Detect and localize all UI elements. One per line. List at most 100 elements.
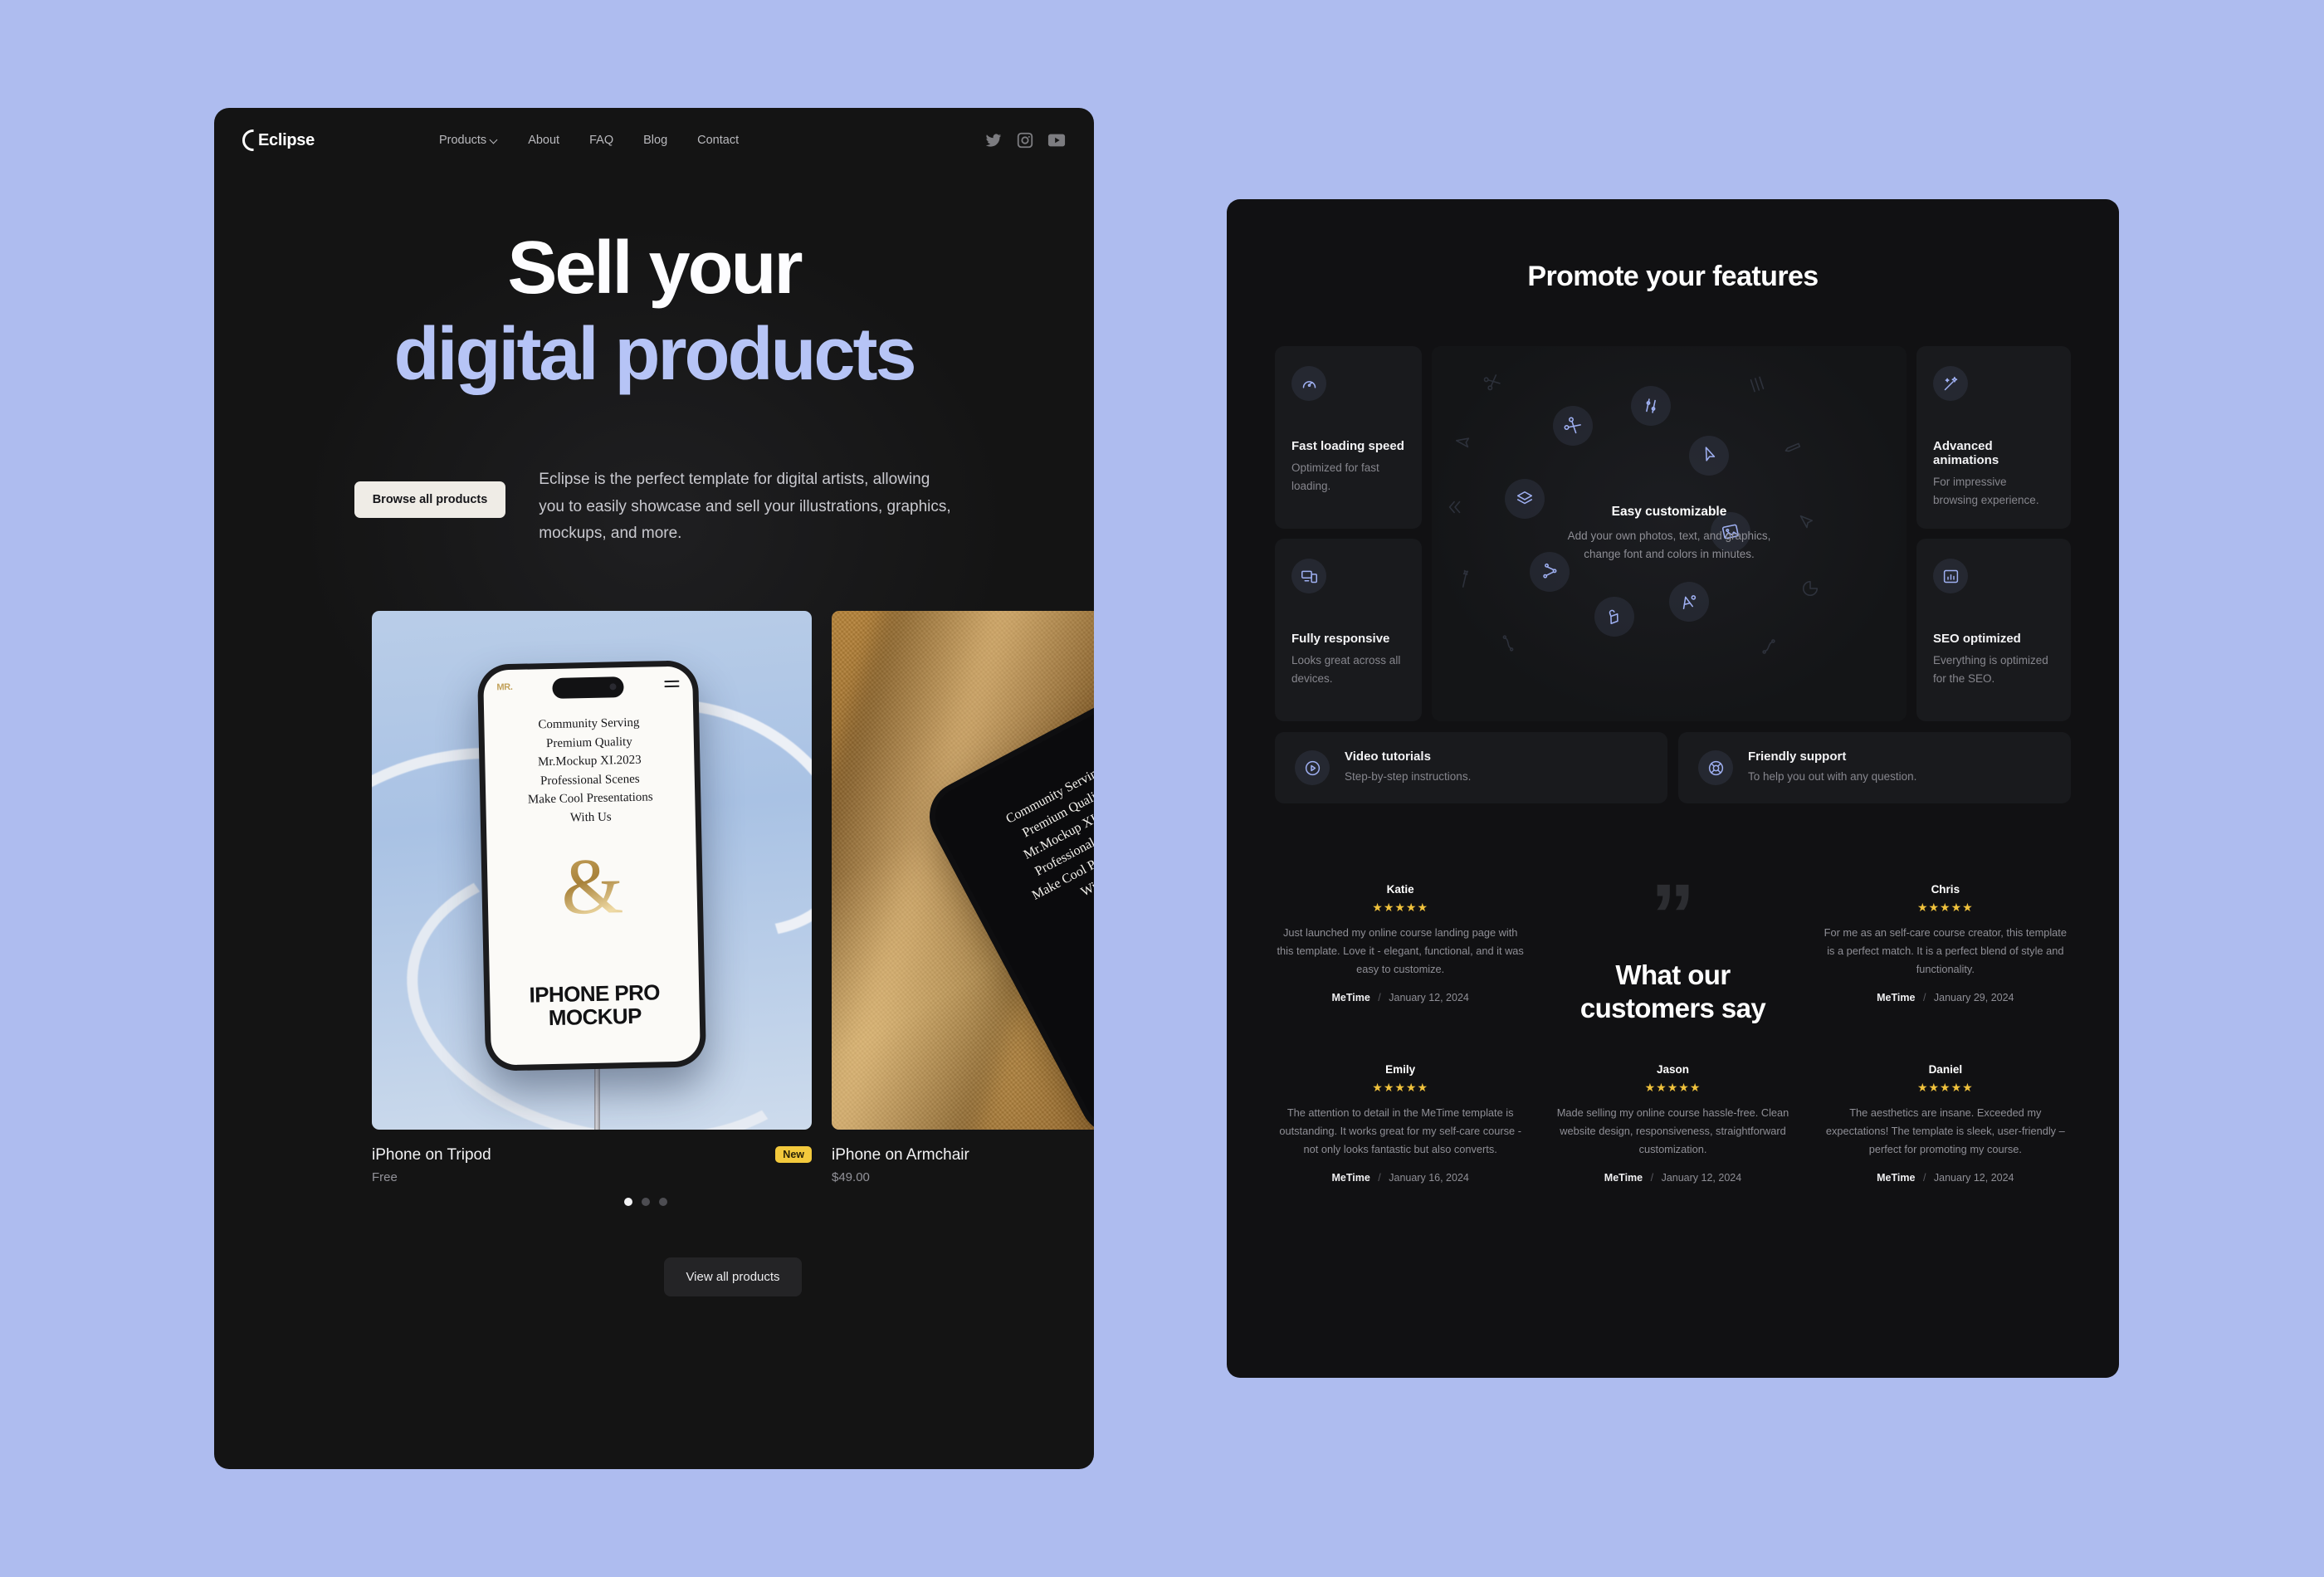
chevron-down-icon xyxy=(491,136,498,144)
hero-title-line2: digital products xyxy=(393,313,917,396)
feature-title: Video tutorials xyxy=(1345,749,1431,764)
testimonial-katie: Katie ★★★★★ Just launched my online cour… xyxy=(1275,883,1526,1003)
testimonial-footer: MeTime / January 12, 2024 xyxy=(1547,1172,1798,1184)
nodes-icon xyxy=(1530,552,1570,592)
feature-card-easy-customizable[interactable]: Easy customizable Add your own photos, t… xyxy=(1432,346,1907,722)
feature-desc: Looks great across all devices. xyxy=(1291,654,1401,685)
view-all-products-button[interactable]: View all products xyxy=(664,1257,802,1297)
products-carousel: MR. Community Serving Premium Quality Mr… xyxy=(214,611,1094,1297)
bezier-icon xyxy=(1490,625,1526,662)
testimonial-brand: MeTime xyxy=(1604,1172,1643,1184)
nav-item-about[interactable]: About xyxy=(528,134,559,147)
testimonial-daniel: Daniel ★★★★★ The aesthetics are insane. … xyxy=(1820,1063,2071,1184)
nav-item-products[interactable]: Products xyxy=(439,134,498,147)
eyedropper-icon xyxy=(1594,597,1634,637)
feature-center-text: Easy customizable Add your own photos, t… xyxy=(1565,505,1773,564)
twitter-icon[interactable] xyxy=(984,131,1003,149)
features-grid: Fast loading speed Optimized for fast lo… xyxy=(1275,346,2071,722)
pie-icon xyxy=(1792,570,1828,607)
brand-logo[interactable]: Eclipse xyxy=(242,129,315,151)
text-size-icon xyxy=(1669,582,1709,622)
carousel-dots xyxy=(214,1198,1094,1207)
feature-card-friendly-support[interactable]: Friendly support To help you out with an… xyxy=(1678,732,2071,803)
hero-section: Sell your digital products Browse all pr… xyxy=(214,173,1094,548)
feature-desc: To help you out with any question. xyxy=(1748,770,1917,784)
testimonial-footer: MeTime / January 16, 2024 xyxy=(1275,1172,1526,1184)
hero-title-line1: Sell your xyxy=(507,227,803,310)
product-meta: iPhone on Armchair $49.00 xyxy=(832,1146,1094,1184)
testimonial-footer: MeTime / January 29, 2024 xyxy=(1820,992,2071,1003)
testimonial-emily: Emily ★★★★★ The attention to detail in t… xyxy=(1275,1063,1526,1184)
feature-card-advanced-animations[interactable]: Advanced animations For impressive brows… xyxy=(1916,346,2071,530)
testimonial-jason: Jason ★★★★★ Made selling my online cours… xyxy=(1547,1063,1798,1184)
product-price: Free xyxy=(372,1170,398,1185)
magic-wand-icon xyxy=(1933,366,1968,401)
feature-desc: Everything is optimized for the SEO. xyxy=(1933,654,2048,685)
testimonial-chris: Chris ★★★★★ For me as an self-care cours… xyxy=(1820,883,2071,1003)
cursor-icon xyxy=(1689,436,1729,476)
brand-name: Eclipse xyxy=(258,130,315,149)
ampersand-glyph: & xyxy=(487,841,698,931)
product-card-tripod[interactable]: MR. Community Serving Premium Quality Mr… xyxy=(372,611,812,1184)
pen-icon xyxy=(1775,429,1812,466)
testimonial-date: January 12, 2024 xyxy=(1933,1172,2014,1184)
testimonial-author: Jason xyxy=(1656,1063,1689,1077)
testimonial-author: Chris xyxy=(1931,882,1960,896)
layers-icon xyxy=(1505,479,1545,519)
devices-icon xyxy=(1291,559,1326,594)
nav-item-contact[interactable]: Contact xyxy=(697,134,739,147)
youtube-icon[interactable] xyxy=(1047,131,1066,149)
testimonials-title-line2: customers say xyxy=(1579,993,1766,1024)
testimonial-footer: MeTime / January 12, 2024 xyxy=(1820,1172,2071,1184)
feature-desc: Step-by-step instructions. xyxy=(1345,770,1472,784)
features-column-right: Advanced animations For impressive brows… xyxy=(1916,346,2071,722)
cursor-icon xyxy=(1447,424,1483,461)
feature-title: Easy customizable xyxy=(1611,504,1727,519)
feature-card-video-tutorials[interactable]: Video tutorials Step-by-step instruction… xyxy=(1275,732,1667,803)
instagram-icon[interactable] xyxy=(1016,131,1034,149)
rating-stars: ★★★★★ xyxy=(1916,1081,1974,1095)
hero-content-row: Browse all products Eclipse is the perfe… xyxy=(214,466,1094,548)
feature-card-fast-loading[interactable]: Fast loading speed Optimized for fast lo… xyxy=(1275,346,1422,530)
sliders-icon xyxy=(1739,366,1775,403)
nav-item-blog[interactable]: Blog xyxy=(643,134,667,147)
magic-wand-icon xyxy=(1447,560,1483,597)
feature-title: Fully responsive xyxy=(1291,632,1390,647)
testimonial-date: January 12, 2024 xyxy=(1389,991,1469,1003)
testimonial-date: January 29, 2024 xyxy=(1933,991,2014,1003)
social-links xyxy=(984,131,1066,149)
nav-item-products-label: Products xyxy=(438,134,487,147)
testimonial-brand: MeTime xyxy=(1877,1172,1916,1184)
separator: / xyxy=(1650,1172,1654,1184)
testimonials-title-line1: What our xyxy=(1615,959,1731,990)
browse-all-products-button[interactable]: Browse all products xyxy=(354,481,506,518)
testimonial-date: January 12, 2024 xyxy=(1661,1172,1742,1184)
testimonial-brand: MeTime xyxy=(1331,1172,1370,1184)
product-card-armchair[interactable]: Community Serving Premium Quality Mr.Moc… xyxy=(832,611,1094,1184)
feature-card-seo[interactable]: SEO optimized Everything is optimized fo… xyxy=(1916,539,2071,722)
hamburger-icon xyxy=(664,680,680,691)
quote-icon: ” xyxy=(1650,864,1696,965)
nav-item-faq[interactable]: FAQ xyxy=(589,134,613,147)
features-wide-row: Video tutorials Step-by-step instruction… xyxy=(1275,732,2071,803)
rating-stars: ★★★★★ xyxy=(1916,900,1974,914)
product-name: iPhone on Tripod xyxy=(372,1146,491,1164)
testimonial-body: Made selling my online course hassle-fre… xyxy=(1556,1106,1789,1156)
nav-links: Products About FAQ Blog Contact xyxy=(439,134,739,147)
carousel-dot-3[interactable] xyxy=(659,1198,667,1207)
phone-mockup: MR. Community Serving Premium Quality Mr… xyxy=(476,660,707,1072)
testimonial-body: The attention to detail in the MeTime te… xyxy=(1279,1106,1521,1156)
carousel-dot-1[interactable] xyxy=(624,1198,632,1207)
phone-screen: MR. Community Serving Premium Quality Mr… xyxy=(483,666,701,1066)
navbar: Eclipse Products About FAQ Blog Contact xyxy=(214,108,1094,173)
feature-desc: Add your own photos, text, and graphics,… xyxy=(1567,529,1771,560)
testimonials-heading: ” What our customers say xyxy=(1547,864,1798,1025)
lifebuoy-icon xyxy=(1698,750,1733,786)
separator: / xyxy=(1922,991,1926,1003)
eclipse-moon-icon xyxy=(242,129,264,151)
mockup-title: IPHONE PRO MOCKUP xyxy=(529,979,661,1031)
feature-desc: For impressive browsing experience. xyxy=(1933,476,2039,506)
carousel-dot-2[interactable] xyxy=(642,1198,650,1207)
feature-card-responsive[interactable]: Fully responsive Looks great across all … xyxy=(1275,539,1422,722)
testimonial-footer: MeTime / January 12, 2024 xyxy=(1275,992,1526,1003)
